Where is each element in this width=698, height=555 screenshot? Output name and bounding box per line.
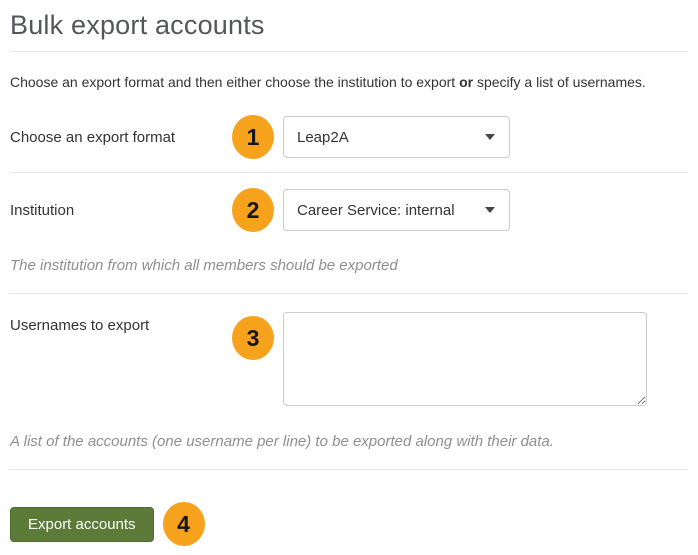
intro-text-after: specify a list of usernames.: [473, 74, 646, 90]
callout-badge-1: 1: [232, 115, 274, 159]
institution-label: Institution: [10, 202, 232, 219]
chevron-down-icon: [485, 134, 495, 140]
export-accounts-button[interactable]: Export accounts: [10, 507, 154, 542]
export-format-select[interactable]: Leap2A: [283, 116, 510, 158]
form-row-usernames: Usernames to export 3 A list of the acco…: [10, 294, 688, 470]
usernames-textarea[interactable]: [283, 312, 647, 406]
export-format-label: Choose an export format: [10, 129, 232, 146]
institution-selected-value: Career Service: internal: [297, 202, 455, 219]
usernames-label: Usernames to export: [10, 317, 232, 334]
callout-badge-3: 3: [232, 316, 274, 360]
page-title: Bulk export accounts: [10, 10, 688, 52]
usernames-help-text: A list of the accounts (one username per…: [10, 433, 688, 450]
chevron-down-icon: [485, 207, 495, 213]
export-format-selected-value: Leap2A: [297, 129, 349, 146]
form-row-institution: Institution 2 Career Service: internal T…: [10, 173, 688, 294]
bulk-export-page: Bulk export accounts Choose an export fo…: [0, 10, 698, 546]
callout-badge-4: 4: [163, 502, 205, 546]
intro-text: Choose an export format and then either …: [10, 74, 688, 90]
institution-help-text: The institution from which all members s…: [10, 257, 688, 274]
intro-text-bold: or: [459, 74, 473, 90]
form-row-export-format: Choose an export format 1 Leap2A: [10, 90, 688, 173]
intro-text-before: Choose an export format and then either …: [10, 74, 459, 90]
form-row-submit: Export accounts 4: [10, 470, 688, 546]
institution-select[interactable]: Career Service: internal: [283, 189, 510, 231]
callout-badge-2: 2: [232, 188, 274, 232]
